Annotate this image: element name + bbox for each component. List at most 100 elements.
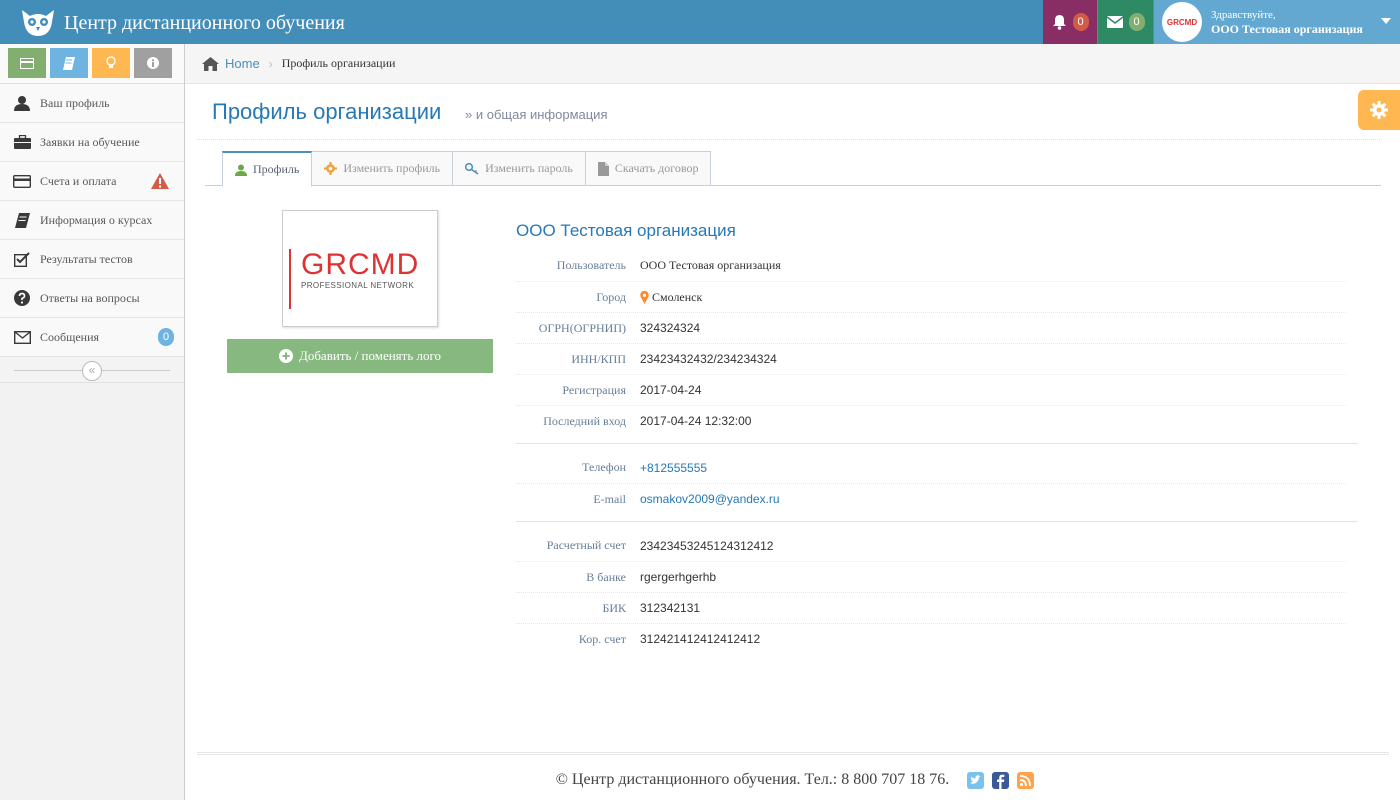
key-icon [465, 162, 479, 175]
gear-icon [1370, 101, 1388, 119]
footer-text: © Центр дистанционного обучения. Тел.: 8… [555, 771, 950, 788]
field-value: rgergerhgerhb [640, 570, 717, 584]
info-row-last-login: Последний вход 2017-04-24 12:32:00 [516, 405, 1346, 436]
checkbox-icon [14, 251, 30, 267]
sidebar-item-label: Счета и оплата [40, 173, 117, 188]
shortcut-info[interactable] [134, 48, 172, 78]
field-label: В банке [586, 569, 626, 584]
sidebar-item-profile[interactable]: Ваш профиль [0, 84, 184, 123]
breadcrumb: Home › Профиль организации [185, 44, 1400, 84]
shortcut-courses[interactable] [50, 48, 88, 78]
footer: © Центр дистанционного обучения. Тел.: 8… [0, 771, 1400, 789]
tab-edit-profile[interactable]: Изменить профиль [312, 151, 454, 186]
rss-icon[interactable] [1017, 771, 1035, 789]
breadcrumb-current: Профиль организации [281, 56, 396, 70]
user-menu[interactable]: GRCMD Здравствуйте, ООО Тестовая организ… [1154, 0, 1400, 44]
section-divider [516, 521, 1358, 522]
profile-tabs: Профиль Изменить профиль Изменить пароль… [205, 151, 1381, 187]
field-label: E-mail [593, 491, 626, 506]
caret-down-icon [1381, 18, 1391, 24]
plus-circle-icon [278, 349, 293, 363]
logo-wordmark: GRCMD [301, 248, 420, 281]
info-row-ogrn: ОГРН(ОГРНИП) 324324324 [516, 312, 1346, 343]
field-value: Смоленск [652, 289, 703, 304]
avatar: GRCMD [1162, 2, 1202, 42]
info-row-bank: В банке rgergerhgerhb [516, 561, 1346, 592]
email-link[interactable]: osmakov2009@yandex.ru [640, 492, 780, 506]
field-value: ООО Тестовая организация [640, 258, 781, 272]
settings-button[interactable] [1358, 90, 1400, 130]
sidebar-item-courses[interactable]: Информация о курсах [0, 201, 184, 240]
info-row-bik: БИК 312342131 [516, 592, 1346, 623]
notifications-button[interactable]: 0 [1043, 0, 1097, 44]
logo-tagline: PROFESSIONAL NETWORK [301, 281, 415, 290]
messages-button[interactable]: 0 [1098, 0, 1153, 44]
double-chevron-left-icon[interactable]: « [82, 361, 102, 381]
map-marker-icon [640, 290, 649, 304]
info-row-user: Пользователь ООО Тестовая организация [516, 250, 1346, 281]
info-row-city: Город Смоленск [516, 281, 1346, 312]
credit-card-icon [20, 57, 34, 69]
shortcut-billing[interactable] [8, 48, 46, 78]
sidebar-item-faq[interactable]: Ответы на вопросы [0, 279, 184, 318]
tab-label: Изменить пароль [485, 161, 573, 175]
field-label: Город [596, 289, 626, 304]
sidebar-item-billing[interactable]: Счета и оплата [0, 162, 184, 201]
gear-icon [324, 162, 338, 175]
app-title: Центр дистанционного обучения [64, 11, 345, 34]
sidebar-item-label: Информация о курсах [40, 212, 153, 227]
tab-label: Профиль [253, 162, 300, 176]
field-value: 312421412412412412 [640, 632, 761, 646]
sidebar-item-test-results[interactable]: Результаты тестов [0, 240, 184, 279]
info-row-inn: ИНН/КПП 23423432432/234234324 [516, 343, 1346, 374]
footer-divider [197, 752, 1389, 755]
sidebar: Ваш профиль Заявки на обучение Счета и о… [0, 44, 185, 800]
home-icon [202, 56, 219, 71]
tab-change-password[interactable]: Изменить пароль [453, 151, 586, 186]
tab-label: Изменить профиль [343, 161, 441, 175]
file-icon [597, 161, 609, 176]
page-title: Профиль организации [212, 99, 442, 124]
brand[interactable]: Центр дистанционного обучения [20, 8, 345, 38]
change-logo-label: Добавить / поменять лого [298, 348, 442, 363]
sidebar-item-messages[interactable]: Сообщения 0 [0, 318, 184, 357]
envelope-icon [1106, 16, 1123, 28]
organization-logo: GRCMD PROFESSIONAL NETWORK [282, 210, 438, 327]
sidebar-item-label: Сообщения [40, 329, 100, 344]
twitter-icon[interactable] [967, 771, 985, 789]
briefcase-icon [13, 135, 31, 149]
tab-label: Скачать договор [614, 161, 699, 175]
envelope-icon [13, 330, 31, 344]
field-label: Последний вход [543, 413, 626, 428]
sidebar-item-requests[interactable]: Заявки на обучение [0, 123, 184, 162]
field-value: 312342131 [640, 601, 701, 615]
sidebar-collapse: « [0, 357, 184, 383]
field-label: Кор. счет [578, 631, 626, 646]
field-label: Расчетный счет [546, 538, 626, 552]
facebook-icon[interactable] [992, 771, 1010, 789]
lightbulb-icon [106, 56, 116, 68]
sidebar-item-label: Результаты тестов [40, 251, 133, 266]
sidebar-shortcuts [0, 44, 184, 84]
sidebar-item-label: Заявки на обучение [40, 134, 140, 149]
field-label: ОГРН(ОГРНИП) [538, 320, 626, 335]
change-logo-button[interactable]: Добавить / поменять лого [227, 339, 493, 373]
phone-link[interactable]: +812555555 [640, 461, 707, 475]
user-name: ООО Тестовая организация [1211, 22, 1363, 36]
info-row-registration: Регистрация 2017-04-24 [516, 374, 1346, 405]
info-row-email: E-mail osmakov2009@yandex.ru [516, 483, 1346, 514]
tab-profile[interactable]: Профиль [222, 151, 313, 187]
info-row-account: Расчетный счет 23423453245124312412 [516, 530, 1346, 561]
warning-icon [151, 173, 169, 189]
section-divider [516, 443, 1358, 444]
breadcrumb-home-link[interactable]: Home [225, 56, 260, 71]
shortcut-tips[interactable] [92, 48, 130, 78]
tab-download-contract[interactable]: Скачать договор [585, 151, 712, 186]
owl-logo-icon [22, 10, 54, 36]
info-row-corr-account: Кор. счет 312421412412412412 [516, 623, 1346, 654]
page-subtitle: » и общая информация [465, 107, 608, 122]
user-icon [14, 96, 30, 111]
field-value: 23423432432/234234324 [640, 352, 777, 366]
user-icon [235, 164, 247, 176]
info-icon [147, 57, 159, 69]
